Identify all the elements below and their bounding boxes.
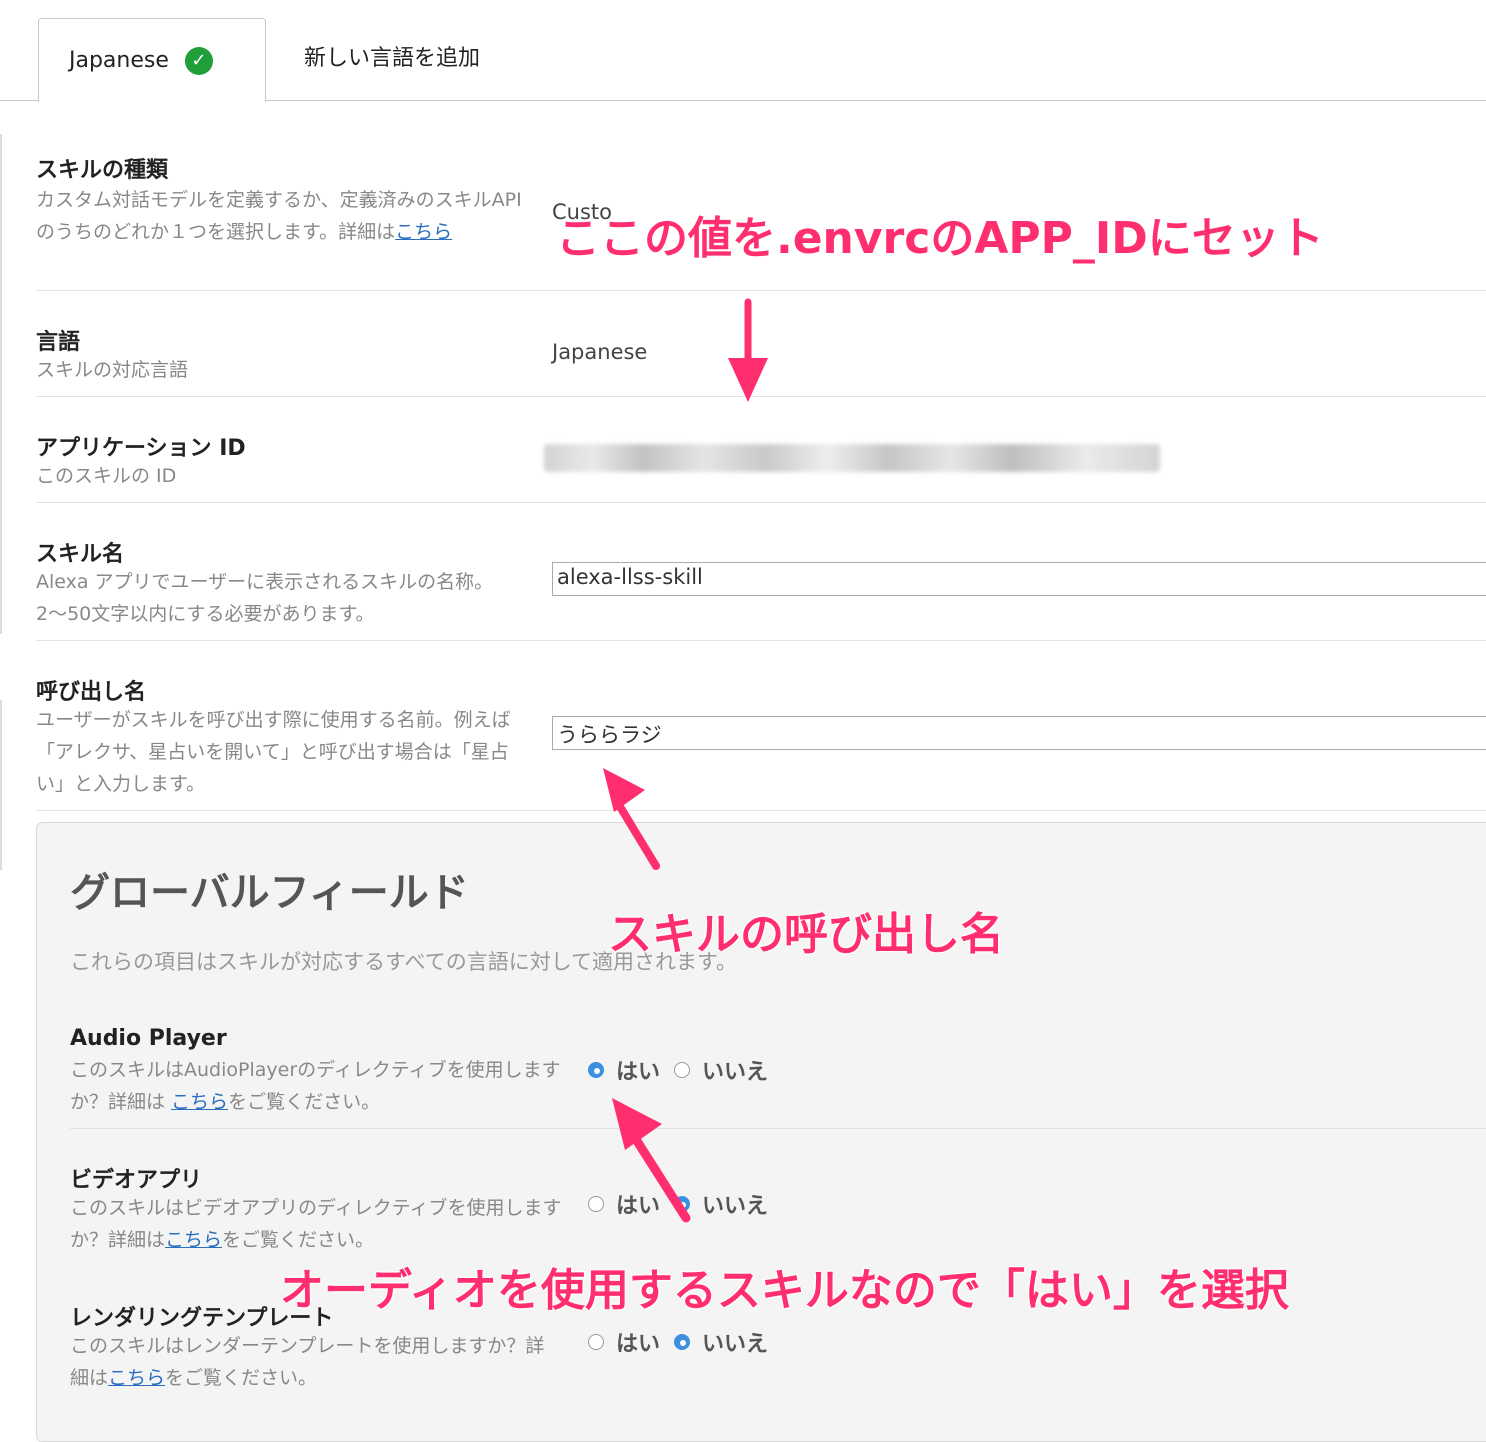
annotation-audio-player: オーディオを使用するスキルなので「はい」を選択 <box>280 1265 1289 1316</box>
skill-type-description: カスタム対話モデルを定義するか、定義済みのスキルAPIのうちのどれか１つを選択し… <box>36 189 522 243</box>
audio-player-yes-radio[interactable] <box>588 1062 604 1078</box>
row-divider <box>70 1128 1486 1129</box>
row-divider <box>36 640 1486 641</box>
render-template-description: このスキルはレンダーテンプレートを使用しますか？詳細はこちらをご覧ください。 <box>70 1335 545 1389</box>
video-app-yes-radio[interactable] <box>588 1196 604 1212</box>
tab-add-language[interactable]: 新しい言語を追加 <box>304 40 480 72</box>
no-label: いいえ <box>702 1060 769 1085</box>
render-template-yes-radio[interactable] <box>588 1334 604 1350</box>
check-circle-icon: ✓ <box>184 46 213 75</box>
annotation-invocation-name: スキルの呼び出し名 <box>608 909 1004 960</box>
video-app-title: ビデオアプリ <box>70 1168 203 1193</box>
audio-player-no-radio[interactable] <box>674 1062 691 1078</box>
tab-japanese[interactable]: Japanese ✓ <box>38 18 266 102</box>
audio-player-radio-group: はい いいえ <box>588 1054 782 1086</box>
skill-name-title: スキル名 <box>36 542 125 567</box>
row-divider <box>36 810 1486 811</box>
invocation-name-description: ユーザーがスキルを呼び出す際に使用する名前。例えば「アレクサ、星占いを開いて」と… <box>36 709 511 795</box>
yes-label: はい <box>616 1332 661 1357</box>
video-app-no-radio[interactable] <box>674 1196 691 1212</box>
learn-more-link[interactable]: こちら <box>395 221 452 243</box>
language-value: Japanese <box>552 340 648 364</box>
skill-name-input[interactable]: alexa-llss-skill <box>552 562 1486 596</box>
tab-bar-border <box>266 100 1486 101</box>
row-divider <box>36 290 1486 291</box>
no-label: いいえ <box>702 1332 769 1357</box>
yes-label: はい <box>616 1060 661 1085</box>
audio-player-title: Audio Player <box>70 1026 227 1051</box>
audio-player-description: このスキルはAudioPlayerのディレクティブを使用しますか？詳細は こちら… <box>70 1059 561 1113</box>
render-template-radio-group: はい いいえ <box>588 1326 782 1358</box>
left-edge-rule <box>0 700 2 870</box>
row-divider <box>36 502 1486 503</box>
skill-name-description: Alexa アプリでユーザーに表示されるスキルの名称。2〜50文字以内にする必要… <box>36 571 494 625</box>
tab-bar-border <box>0 100 38 101</box>
left-edge-rule <box>0 134 2 634</box>
invocation-name-input[interactable]: うららラジ <box>552 716 1486 750</box>
tab-label: Japanese <box>69 48 169 73</box>
application-id-value-redacted <box>544 444 1160 472</box>
video-app-description: このスキルはビデオアプリのディレクティブを使用しますか？詳細はこちらをご覧くださ… <box>70 1197 562 1251</box>
yes-label: はい <box>616 1194 661 1219</box>
language-title: 言語 <box>36 330 81 355</box>
invocation-name-title: 呼び出し名 <box>36 680 147 705</box>
language-description: スキルの対応言語 <box>36 359 189 381</box>
render-template-no-radio[interactable] <box>674 1334 691 1350</box>
learn-more-link[interactable]: こちら <box>108 1367 165 1389</box>
row-divider <box>36 396 1486 397</box>
learn-more-link[interactable]: こちら <box>165 1229 222 1251</box>
application-id-title: アプリケーション ID <box>36 436 246 461</box>
skill-type-title: スキルの種類 <box>36 158 169 183</box>
learn-more-link[interactable]: こちら <box>171 1091 228 1113</box>
application-id-description: このスキルの ID <box>36 465 177 487</box>
no-label: いいえ <box>702 1194 769 1219</box>
global-fields-title: グローバルフィールド <box>70 870 469 916</box>
video-app-radio-group: はい いいえ <box>588 1188 782 1220</box>
annotation-app-id: ここの値を.envrcのAPP_IDにセット <box>556 213 1324 264</box>
